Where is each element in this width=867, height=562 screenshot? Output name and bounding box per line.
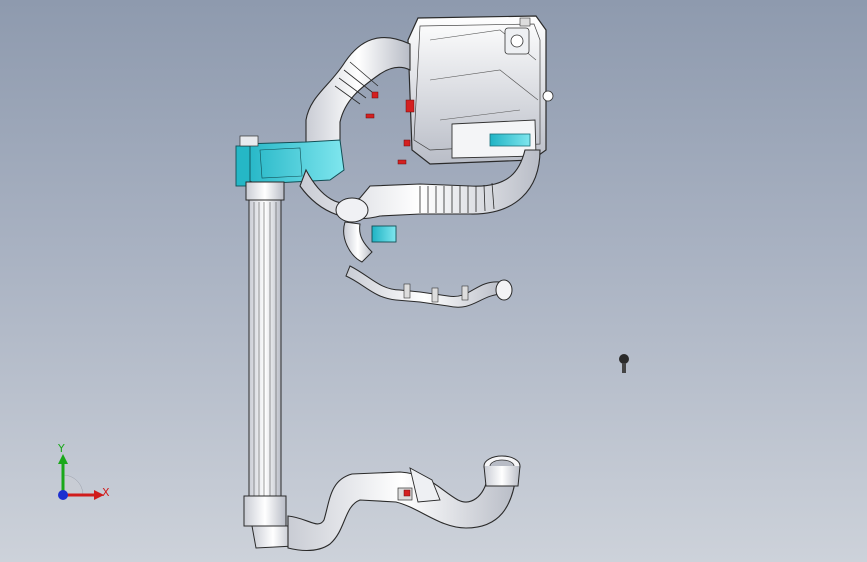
z-axis-dot: [58, 490, 68, 500]
y-axis-label: Y: [58, 442, 65, 455]
air-filter-box[interactable]: [407, 15, 554, 165]
cad-viewport[interactable]: Y X: [0, 0, 867, 562]
upper-bent-duct[interactable]: [305, 37, 411, 151]
cad-model-canvas[interactable]: [0, 0, 867, 562]
lower-outlet-duct[interactable]: [287, 455, 521, 552]
cyan-inlet-flange[interactable]: [235, 135, 345, 187]
loose-bolt[interactable]: [619, 354, 629, 373]
x-axis-label: X: [102, 486, 110, 499]
charge-air-cooler[interactable]: [243, 181, 295, 549]
breather-pipe[interactable]: [345, 265, 513, 308]
